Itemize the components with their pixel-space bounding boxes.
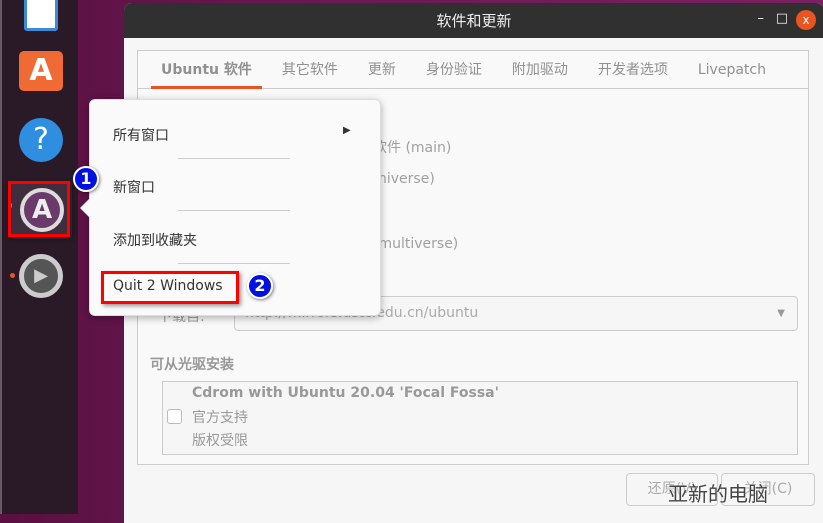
cdrom-checkbox[interactable] (167, 409, 182, 424)
menu-item-all-windows[interactable]: 所有窗口 (113, 125, 169, 145)
tab-ubuntu-software[interactable]: Ubuntu 软件 (146, 51, 267, 89)
tab-additional-drivers[interactable]: 附加驱动 (497, 51, 583, 89)
watermark: 亚新的电脑 (668, 482, 768, 506)
cdrom-section-title: 可从光驱安装 (150, 357, 234, 373)
cdrom-source: Cdrom with Ubuntu 20.04 'Focal Fossa' 官方… (162, 381, 798, 455)
highlight-box-dock-icon (8, 181, 70, 237)
menu-item-new-window[interactable]: 新窗口 (113, 177, 155, 197)
close-button[interactable]: x (796, 10, 816, 30)
window-title: 软件和更新 (436, 12, 512, 30)
text-editor-icon[interactable] (16, 0, 66, 36)
step-badge-2: 2 (247, 273, 273, 299)
settings-icon[interactable]: ▶ (16, 251, 66, 301)
tab-livepatch[interactable]: Livepatch (683, 51, 781, 89)
tab-other-software[interactable]: 其它软件 (267, 51, 353, 89)
title-bar: 软件和更新 – □ x (124, 3, 823, 38)
help-icon[interactable]: ? (16, 115, 66, 165)
step-badge-1: 1 (73, 166, 99, 192)
menu-separator (178, 263, 290, 264)
menu-separator (178, 210, 290, 211)
minimize-button[interactable]: – (758, 11, 765, 26)
universe-repo-label: niverse) (378, 171, 435, 187)
tab-authentication[interactable]: 身份验证 (411, 51, 497, 89)
cdrom-line1: 官方支持 (192, 410, 248, 426)
cdrom-title: Cdrom with Ubuntu 20.04 'Focal Fossa' (192, 385, 499, 401)
chevron-down-icon: ▼ (777, 308, 785, 319)
highlight-box-quit (101, 271, 239, 304)
maximize-button[interactable]: □ (776, 11, 788, 26)
main-repo-label: 软件 (main) (373, 140, 452, 156)
cdrom-line2: 版权受限 (192, 433, 248, 449)
menu-separator (178, 158, 290, 159)
submenu-arrow-icon: ▶ (343, 125, 351, 136)
multiverse-repo-label: (multiverse) (373, 236, 459, 252)
tab-developer-options[interactable]: 开发者选项 (583, 51, 683, 89)
dock: A ? A ▶ (0, 0, 78, 514)
running-indicator (10, 273, 15, 278)
menu-item-add-to-favorites[interactable]: 添加到收藏夹 (113, 230, 197, 250)
software-store-icon[interactable]: A (16, 46, 66, 96)
tab-bar: Ubuntu 软件 其它软件 更新 身份验证 附加驱动 开发者选项 Livepa… (138, 51, 808, 89)
tab-updates[interactable]: 更新 (353, 51, 411, 89)
